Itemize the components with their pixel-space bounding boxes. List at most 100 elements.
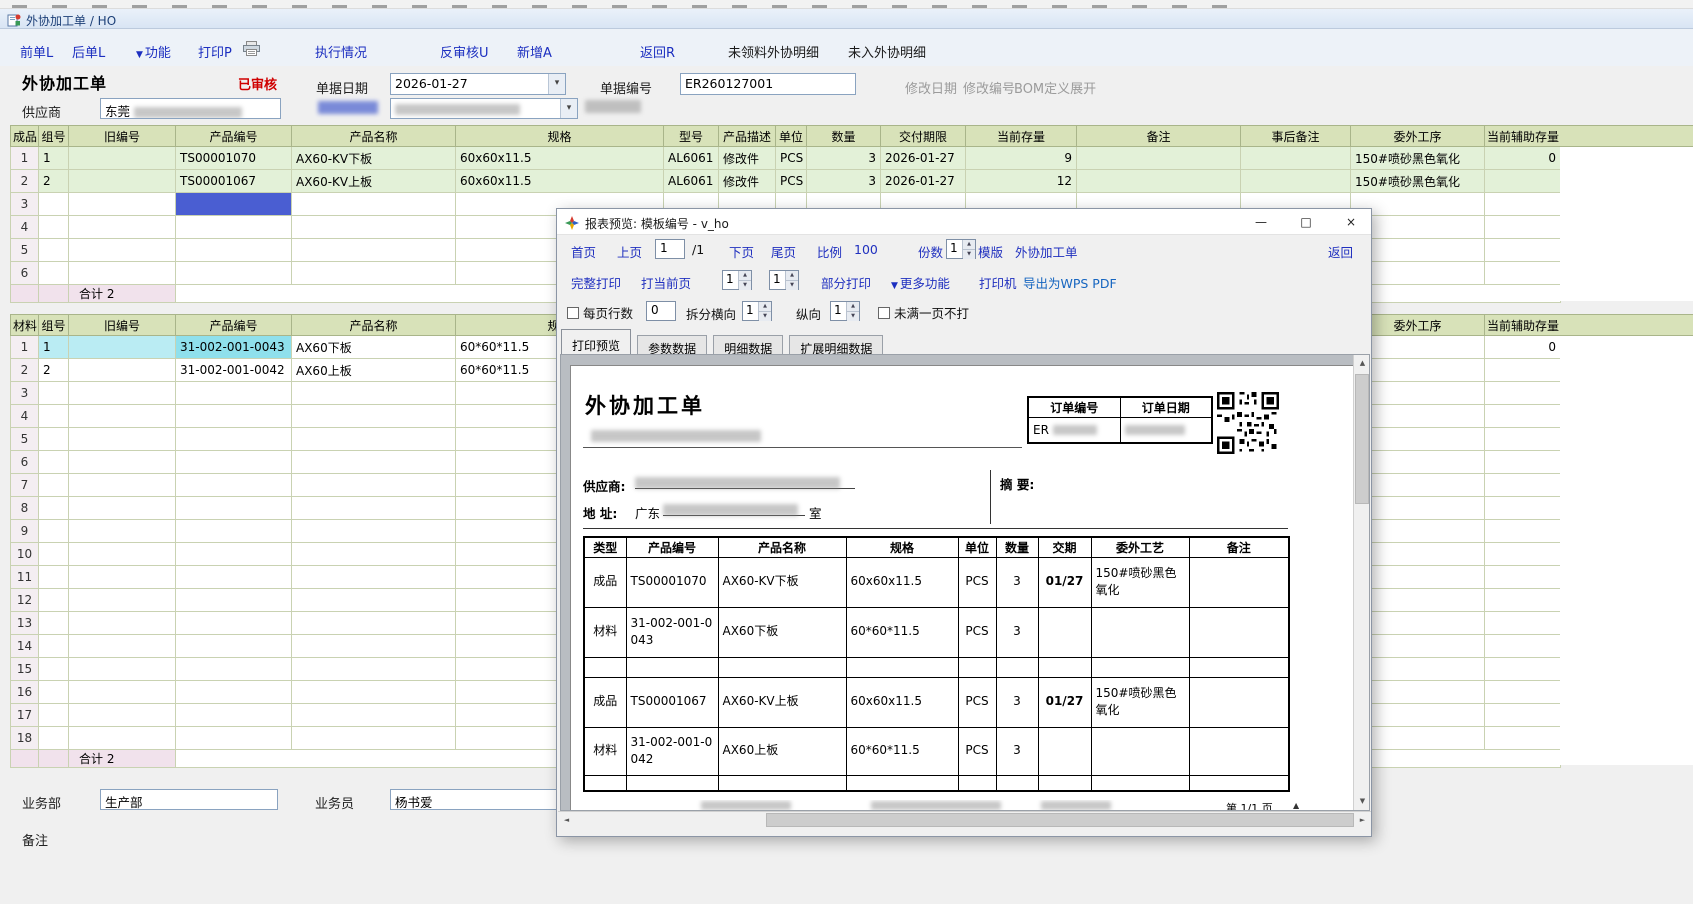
table-cell[interactable]: [292, 612, 456, 635]
row-number[interactable]: 10: [11, 543, 39, 566]
row-number[interactable]: 4: [11, 405, 39, 428]
table-cell[interactable]: [176, 520, 292, 543]
export-wps-pdf-button[interactable]: 导出为WPS PDF: [1023, 273, 1117, 292]
table-cell[interactable]: AL6061: [664, 147, 719, 170]
table-cell[interactable]: [39, 566, 69, 589]
table-cell[interactable]: [1077, 170, 1241, 193]
table-cell[interactable]: [39, 658, 69, 681]
table-cell[interactable]: [1485, 704, 1561, 727]
table-cell[interactable]: [1485, 681, 1561, 704]
table-cell[interactable]: 2: [39, 359, 69, 382]
column-header[interactable]: 材料: [11, 315, 39, 336]
table-cell[interactable]: [292, 704, 456, 727]
close-button[interactable]: ×: [1331, 209, 1371, 235]
table-cell[interactable]: [1485, 170, 1561, 193]
table-cell[interactable]: [176, 612, 292, 635]
table-cell[interactable]: [292, 239, 456, 262]
table-cell[interactable]: [176, 474, 292, 497]
column-header[interactable]: 单位: [776, 126, 807, 147]
rows-per-page-checkbox[interactable]: 每页行数: [567, 303, 633, 322]
table-cell[interactable]: [69, 193, 176, 216]
column-header[interactable]: 交付期限: [881, 126, 966, 147]
table-cell[interactable]: [69, 147, 176, 170]
calendar-dropdown-icon[interactable]: ▾: [548, 74, 565, 94]
table-cell[interactable]: [39, 382, 69, 405]
table-cell[interactable]: AX60下板: [292, 336, 456, 359]
table-cell[interactable]: [69, 170, 176, 193]
table-cell[interactable]: [1485, 658, 1561, 681]
printer-icon[interactable]: [243, 41, 260, 60]
table-cell[interactable]: [69, 727, 176, 750]
print-button[interactable]: 打印P: [198, 42, 232, 61]
spin-up-icon[interactable]: ▲: [786, 271, 798, 281]
table-cell[interactable]: [39, 543, 69, 566]
table-cell[interactable]: [176, 405, 292, 428]
table-cell[interactable]: [176, 239, 292, 262]
print-from-stepper[interactable]: 1 ▲▼: [722, 270, 752, 290]
unpicked-outsource-detail-button[interactable]: 未领料外协明细: [728, 42, 819, 61]
table-cell[interactable]: [1485, 193, 1561, 216]
row-number[interactable]: 11: [11, 566, 39, 589]
table-cell[interactable]: [292, 681, 456, 704]
table-cell[interactable]: [69, 451, 176, 474]
table-cell[interactable]: [1485, 612, 1561, 635]
spinner-arrows[interactable]: ▲▼: [846, 302, 859, 320]
template-label[interactable]: 模版: [978, 242, 1003, 261]
horizontal-scroll-thumb[interactable]: [766, 813, 1354, 827]
full-print-button[interactable]: 完整打印: [571, 273, 621, 292]
column-header[interactable]: 数量: [807, 126, 881, 147]
table-cell[interactable]: [1485, 497, 1561, 520]
table-cell[interactable]: [176, 589, 292, 612]
maximize-button[interactable]: □: [1286, 209, 1326, 235]
horizontal-scrollbar[interactable]: ◄ ►: [558, 811, 1371, 828]
column-header[interactable]: 旧编号: [69, 315, 176, 336]
table-cell[interactable]: [1485, 543, 1561, 566]
table-cell[interactable]: 2026-01-27: [881, 170, 966, 193]
table-cell[interactable]: [39, 405, 69, 428]
table-cell[interactable]: [1485, 262, 1561, 285]
table-cell[interactable]: [69, 405, 176, 428]
column-header[interactable]: 产品描述: [719, 126, 776, 147]
column-header[interactable]: 产品编号: [176, 315, 292, 336]
column-header[interactable]: 产品名称: [292, 315, 456, 336]
table-cell[interactable]: [176, 451, 292, 474]
table-cell[interactable]: [39, 635, 69, 658]
table-cell[interactable]: [292, 428, 456, 451]
spinner-arrows[interactable]: ▲▼: [785, 271, 798, 289]
column-header[interactable]: 备注: [1077, 126, 1241, 147]
table-cell[interactable]: [292, 658, 456, 681]
row-number[interactable]: 2: [11, 359, 39, 382]
add-button[interactable]: 新增A: [517, 42, 552, 61]
dialog-back-button[interactable]: 返回: [1328, 242, 1353, 261]
table-cell[interactable]: [69, 589, 176, 612]
page-number-input[interactable]: 1: [655, 239, 685, 259]
table-cell[interactable]: 1: [39, 336, 69, 359]
table-cell[interactable]: 31-002-001-0042: [176, 359, 292, 382]
table-cell[interactable]: [292, 589, 456, 612]
spin-up-icon[interactable]: ▲: [739, 271, 751, 281]
row-number[interactable]: 1: [11, 336, 39, 359]
spinner-arrows[interactable]: ▲▼: [962, 240, 975, 258]
table-cell[interactable]: [69, 262, 176, 285]
table-cell[interactable]: AL6061: [664, 170, 719, 193]
table-cell[interactable]: 0: [1485, 336, 1561, 359]
scale-value[interactable]: 100: [854, 242, 878, 257]
printer-button[interactable]: 打印机: [979, 273, 1017, 292]
table-cell[interactable]: [39, 193, 69, 216]
table-cell[interactable]: [176, 681, 292, 704]
table-cell[interactable]: [176, 658, 292, 681]
table-cell[interactable]: [292, 193, 456, 216]
table-cell[interactable]: [39, 520, 69, 543]
bom-expand-label[interactable]: BOM定义展开: [1014, 78, 1096, 97]
table-cell[interactable]: [292, 520, 456, 543]
row-number[interactable]: 3: [11, 382, 39, 405]
print-to-stepper[interactable]: 1 ▲▼: [769, 270, 799, 290]
table-cell[interactable]: [39, 704, 69, 727]
menu-bar[interactable]: [0, 0, 1693, 9]
column-header[interactable]: 成品: [11, 126, 39, 147]
table-cell[interactable]: [39, 474, 69, 497]
unaudit-button[interactable]: 反审核U: [440, 42, 489, 61]
table-cell[interactable]: [69, 658, 176, 681]
return-button[interactable]: 返回R: [640, 42, 675, 61]
table-cell[interactable]: [1485, 359, 1561, 382]
